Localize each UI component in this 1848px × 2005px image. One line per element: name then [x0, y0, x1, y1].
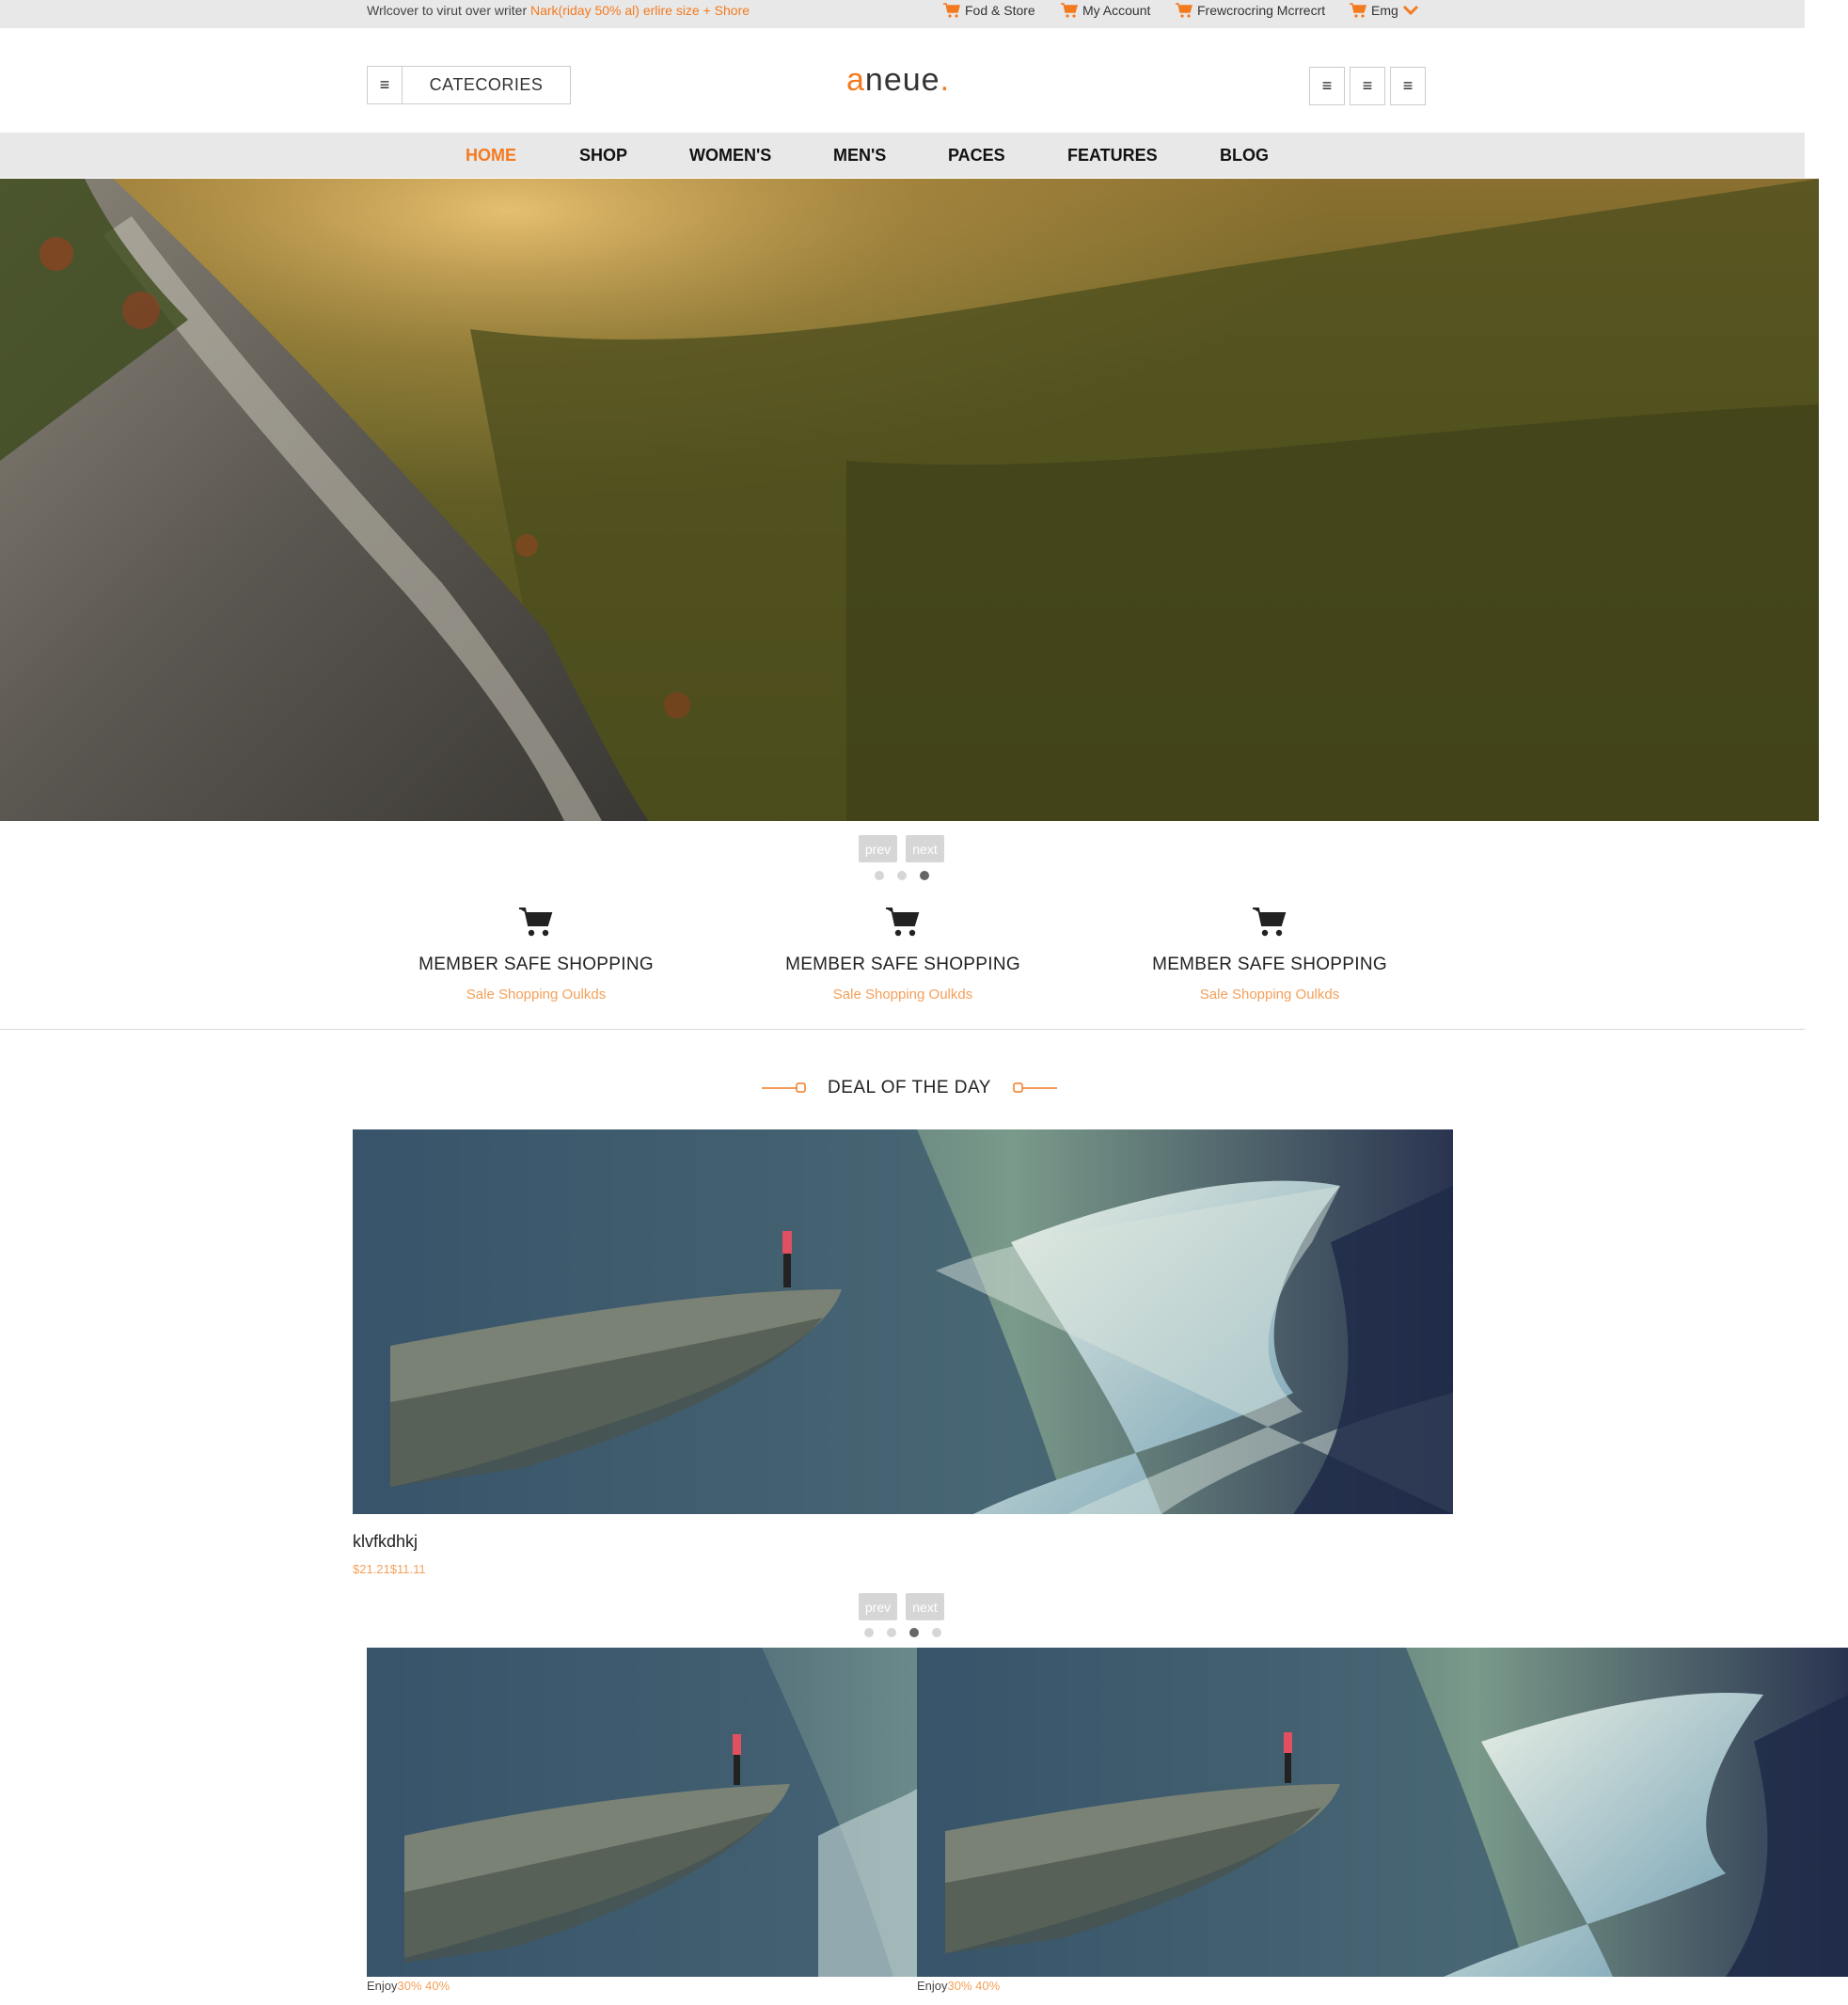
top-link-label: My Account: [1082, 3, 1151, 18]
feature-item: MEMBER SAFE SHOPPING Sale Shopping Oulkd…: [762, 906, 1044, 1002]
thumbnail-caption: Enjoy30% 40%: [367, 1979, 450, 1993]
top-link-language[interactable]: Emg: [1349, 3, 1423, 18]
hero-next-button[interactable]: next: [906, 835, 944, 862]
deal-slider-controls: prev next: [859, 1593, 944, 1620]
top-link-label: Frewcrocring Mcrrecrt: [1197, 3, 1326, 18]
slider-dot[interactable]: [875, 871, 884, 880]
deal-product-price: $21.21$11.11: [353, 1562, 426, 1576]
nav-item-home[interactable]: HOME: [466, 146, 516, 166]
feature-subtitle[interactable]: Sale Shopping Oulkds: [1129, 987, 1411, 1002]
nav-item-blog[interactable]: BLOG: [1220, 146, 1269, 166]
header-icon-buttons: ≡ ≡ ≡: [1309, 67, 1426, 105]
categories-menu-button[interactable]: ≡: [367, 66, 403, 104]
caption-highlight: 30% 40%: [947, 1979, 1001, 1993]
section-divider: [0, 1029, 1805, 1030]
feature-title: MEMBER SAFE SHOPPING: [785, 955, 1020, 974]
hamburger-icon: ≡: [1362, 76, 1373, 95]
cart-icon: [1061, 3, 1078, 18]
header-menu-button-3[interactable]: ≡: [1390, 67, 1426, 105]
top-bar: Wrlcover to virut over writer Nark(riday…: [0, 0, 1805, 28]
cart-icon: [1176, 3, 1193, 18]
cart-icon: [1350, 3, 1366, 18]
top-link-checkout[interactable]: Frewcrocring Mcrrecrt: [1175, 3, 1325, 18]
top-link-store[interactable]: Fod & Store: [942, 3, 1035, 18]
line-ornament-icon: [762, 1082, 806, 1093]
cart-icon: [943, 3, 960, 18]
slider-dot[interactable]: [887, 1628, 896, 1637]
nav-item-womens[interactable]: WOMEN'S: [689, 146, 771, 166]
nav-item-mens[interactable]: MEN'S: [833, 146, 886, 166]
top-link-label: Emg: [1371, 3, 1398, 18]
deal-product-image[interactable]: [353, 1129, 1453, 1514]
caption-text: Enjoy: [367, 1979, 398, 1993]
header-menu-button-2[interactable]: ≡: [1350, 67, 1385, 105]
hamburger-icon: ≡: [1402, 76, 1414, 95]
logo-accent-letter: a: [846, 62, 865, 98]
feature-title: MEMBER SAFE SHOPPING: [419, 955, 654, 974]
nav-item-features[interactable]: FEATURES: [1067, 146, 1158, 166]
feature-item: MEMBER SAFE SHOPPING Sale Shopping Oulkd…: [395, 906, 677, 1002]
thumbnail-caption: Enjoy30% 40%: [917, 1979, 1000, 1993]
deal-slider-dots: [864, 1628, 941, 1637]
hamburger-icon: ≡: [379, 75, 390, 94]
chevron-down-icon: [1402, 5, 1418, 16]
hamburger-icon: ≡: [1321, 76, 1333, 95]
deal-next-button[interactable]: next: [906, 1593, 944, 1620]
top-link-account[interactable]: My Account: [1060, 3, 1150, 18]
caption-highlight: 30% 40%: [397, 1979, 450, 1993]
feature-subtitle[interactable]: Sale Shopping Oulkds: [395, 987, 677, 1002]
deal-product-name[interactable]: klvfkdhkj: [353, 1532, 418, 1552]
feature-subtitle[interactable]: Sale Shopping Oulkds: [762, 987, 1044, 1002]
slider-dot[interactable]: [932, 1628, 941, 1637]
deal-prev-button[interactable]: prev: [859, 1593, 897, 1620]
slider-dot[interactable]: [864, 1628, 874, 1637]
product-thumbnail[interactable]: [917, 1648, 1848, 1977]
welcome-text: Wrlcover to virut over writer: [367, 3, 530, 18]
product-thumbnail[interactable]: [367, 1648, 917, 1977]
cart-icon: [886, 908, 920, 937]
promo-text[interactable]: Nark(riday 50% al) erlire size + Shore: [530, 3, 750, 18]
cart-icon: [1253, 908, 1287, 937]
slider-dot[interactable]: [897, 871, 907, 880]
feature-title: MEMBER SAFE SHOPPING: [1152, 955, 1387, 974]
main-nav: HOME SHOP WOMEN'S MEN'S PACES FEATURES B…: [0, 133, 1805, 178]
logo-dot: .: [940, 62, 951, 98]
logo-text: neue: [864, 62, 940, 98]
feature-item: MEMBER SAFE SHOPPING Sale Shopping Oulkd…: [1129, 906, 1411, 1002]
categories-button[interactable]: CATECORIES: [403, 66, 571, 104]
hero-slide-image: [0, 179, 1819, 821]
header-menu-button-1[interactable]: ≡: [1309, 67, 1345, 105]
top-link-label: Fod & Store: [965, 3, 1035, 18]
hero-prev-button[interactable]: prev: [859, 835, 897, 862]
hero-slider-dots: [875, 871, 929, 880]
site-logo[interactable]: aneue.: [846, 62, 950, 99]
slider-dot-active[interactable]: [920, 871, 929, 880]
deal-title: DEAL OF THE DAY: [828, 1078, 991, 1097]
slider-dot-active[interactable]: [909, 1628, 919, 1637]
nav-item-paces[interactable]: PACES: [948, 146, 1005, 166]
line-ornament-icon: [1013, 1082, 1057, 1093]
caption-text: Enjoy: [917, 1979, 948, 1993]
hero-slider-controls: prev next: [859, 835, 944, 862]
nav-item-shop[interactable]: SHOP: [579, 146, 627, 166]
deal-heading: DEAL OF THE DAY: [762, 1078, 1057, 1098]
categories-control: ≡ CATECORIES: [367, 66, 571, 104]
cart-icon: [519, 908, 553, 937]
welcome-message: Wrlcover to virut over writer Nark(riday…: [367, 3, 750, 18]
